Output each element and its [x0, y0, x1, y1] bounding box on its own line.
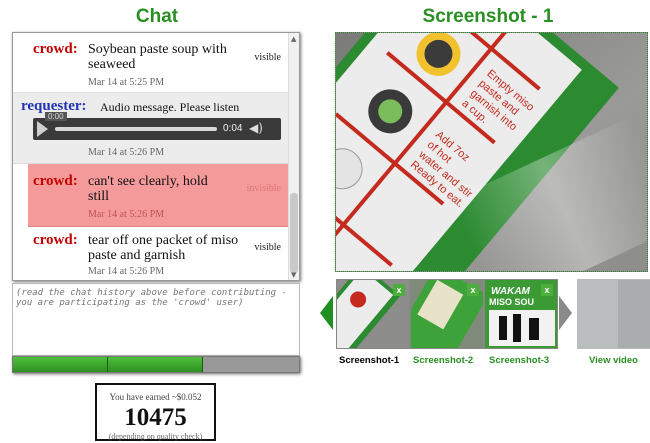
package-text: MISO SOU: [489, 297, 534, 307]
message-sender: crowd:: [33, 173, 78, 189]
audio-duration: 0:04: [223, 123, 243, 134]
earnings-box: You have earned ~$0.052 10475 (depending…: [95, 383, 216, 441]
package-photo: Empty miso paste and garnish into a cup.…: [336, 33, 647, 271]
thumbnail-screenshot-1[interactable]: x: [336, 279, 410, 349]
view-video-thumbnail[interactable]: [577, 279, 650, 349]
visibility-label[interactable]: visible: [254, 52, 281, 63]
play-icon[interactable]: [37, 121, 48, 137]
progress-bar: [12, 356, 300, 373]
message-text: Soybean paste soup with seaweed: [88, 42, 227, 72]
chat-message-invisible: crowd: can't see clearly, hold still inv…: [28, 164, 289, 227]
chat-message: crowd: tear off one packet of miso paste…: [13, 227, 289, 280]
chat-history[interactable]: crowd: Soybean paste soup with seaweed v…: [12, 32, 300, 281]
scroll-up-icon[interactable]: ▲: [291, 35, 296, 43]
message-text: tear off one packet of miso paste and ga…: [88, 233, 239, 263]
chat-heading: Chat: [135, 6, 179, 27]
earned-amount: You have earned ~$0.052: [109, 392, 202, 402]
message-text: can't see clearly, hold still: [88, 174, 208, 204]
visibility-label[interactable]: invisible: [247, 183, 281, 194]
visibility-label[interactable]: visible: [254, 242, 281, 253]
view-video-link[interactable]: View video: [589, 355, 638, 366]
audio-elapsed: 0:00: [45, 112, 67, 121]
package-text: WAKAM: [491, 286, 531, 297]
thumbnail-label[interactable]: Screenshot-3: [489, 355, 549, 366]
thumbnail-screenshot-2[interactable]: x: [410, 279, 484, 349]
quality-note: (depending on quality check): [108, 432, 203, 441]
thumbnail-label[interactable]: Screenshot-1: [339, 355, 399, 366]
scroll-thumb[interactable]: [290, 193, 298, 273]
audio-player[interactable]: 0:00 0:04 ◀): [33, 112, 281, 140]
scroll-down-icon[interactable]: ▼: [291, 271, 296, 279]
chat-message: crowd: Soybean paste soup with seaweed v…: [13, 33, 289, 93]
chevron-right-icon[interactable]: [559, 296, 572, 330]
close-icon[interactable]: x: [467, 284, 479, 296]
volume-icon[interactable]: ◀): [249, 121, 263, 135]
points-counter: 10475: [124, 404, 187, 431]
chat-scrollbar[interactable]: ▲ ▼: [288, 33, 299, 280]
close-icon[interactable]: x: [393, 284, 405, 296]
chat-input[interactable]: [12, 283, 300, 356]
screenshot-image[interactable]: Empty miso paste and garnish into a cup.…: [335, 32, 648, 272]
message-time: Mar 14 at 5:26 PM: [88, 209, 165, 220]
progress-segment: [108, 357, 203, 372]
progress-segment: [13, 357, 108, 372]
message-time: Mar 14 at 5:26 PM: [88, 147, 165, 158]
thumbnail-screenshot-3[interactable]: WAKAM MISO SOU x: [484, 279, 558, 349]
audio-seek-bar[interactable]: [55, 127, 217, 131]
message-time: Mar 14 at 5:26 PM: [88, 266, 165, 277]
chat-message: requester: Audio message. Please listen …: [13, 93, 289, 164]
message-text: Audio message. Please listen: [100, 100, 240, 114]
message-time: Mar 14 at 5:25 PM: [88, 77, 165, 88]
chevron-left-icon[interactable]: [320, 296, 333, 330]
message-sender: crowd:: [33, 41, 78, 57]
thumbnail-label[interactable]: Screenshot-2: [413, 355, 473, 366]
message-sender: crowd:: [33, 232, 78, 248]
close-icon[interactable]: x: [541, 284, 553, 296]
screenshot-heading: Screenshot - 1: [422, 6, 554, 27]
video-thumbnail-image: [578, 280, 650, 348]
